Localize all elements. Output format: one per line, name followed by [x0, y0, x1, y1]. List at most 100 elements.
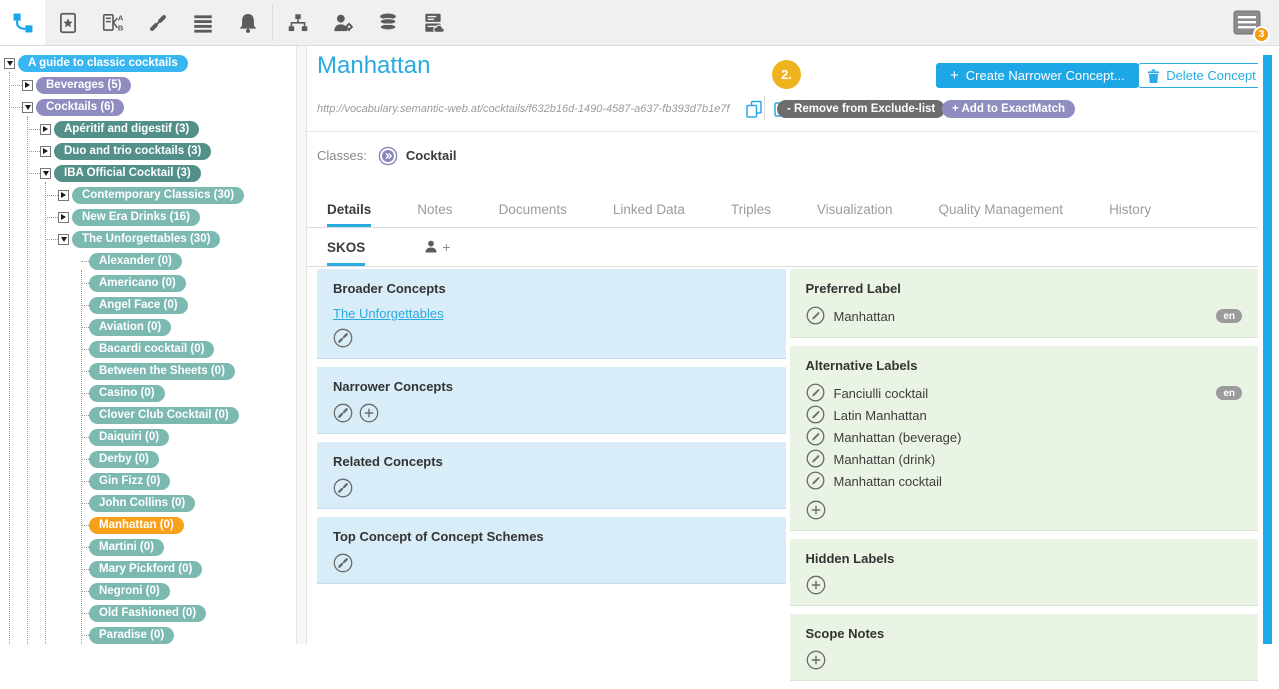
tree-node[interactable]: Angel Face (0) [89, 297, 188, 314]
tree-row: Derby (0) [0, 448, 296, 470]
link-icon[interactable] [135, 0, 180, 45]
collapse-toggle[interactable] [4, 58, 15, 69]
edit-label-icon[interactable] [806, 449, 826, 469]
tree-node[interactable]: Negroni (0) [89, 583, 170, 600]
tree-node[interactable]: A guide to classic cocktails [18, 55, 188, 72]
edit-label-icon[interactable] [806, 383, 826, 403]
edit-label-icon[interactable] [806, 306, 826, 326]
link-concept-icon[interactable] [333, 478, 353, 498]
tree-node[interactable]: Duo and trio cocktails (3) [54, 143, 211, 160]
tree-row: Gin Fizz (0) [0, 470, 296, 492]
add-label-icon[interactable] [806, 575, 826, 595]
tab-quality-management[interactable]: Quality Management [938, 191, 1063, 227]
notes-icon[interactable]: 3 [1229, 8, 1263, 38]
tree-node[interactable]: Daiquiri (0) [89, 429, 169, 446]
edit-label-icon[interactable] [806, 427, 826, 447]
remove-from-exclude-list-button[interactable]: - Remove from Exclude-list [777, 100, 945, 118]
tree-node[interactable]: Gin Fizz (0) [89, 473, 170, 490]
main-scrollbar-track[interactable] [1258, 46, 1279, 644]
broader-concept-link[interactable]: The Unforgettables [333, 306, 444, 321]
create-narrower-concept-button[interactable]: + Create Narrower Concept... [936, 63, 1139, 88]
tree-node[interactable]: Mary Pickford (0) [89, 561, 202, 578]
tree-node[interactable]: New Era Drinks (16) [72, 209, 200, 226]
tree-row: Mary Pickford (0) [0, 558, 296, 580]
add-concept-icon[interactable] [359, 403, 379, 423]
tree-node[interactable]: The Unforgettables (30) [72, 231, 220, 248]
tab-notes[interactable]: Notes [417, 191, 452, 227]
tree-node[interactable]: Contemporary Classics (30) [72, 187, 244, 204]
tree-row: Clover Club Cocktail (0) [0, 404, 296, 426]
sidebar-scrollbar[interactable] [296, 46, 307, 644]
main-scrollbar-thumb[interactable] [1263, 55, 1272, 644]
classification-ab-icon[interactable]: AB [90, 0, 135, 45]
expand-toggle[interactable] [40, 146, 51, 157]
taxonomy-icon[interactable] [0, 0, 45, 45]
link-concept-icon[interactable] [333, 328, 353, 348]
list-icon[interactable] [180, 0, 225, 45]
tree-node[interactable]: Old Fashioned (0) [89, 605, 206, 622]
tree-row: Apéritif and digestif (3) [0, 118, 296, 140]
tree-node[interactable]: Derby (0) [89, 451, 159, 468]
add-label-icon[interactable] [806, 500, 826, 520]
collapse-toggle[interactable] [22, 102, 33, 113]
edit-label-icon[interactable] [806, 471, 826, 491]
collapse-toggle[interactable] [58, 234, 69, 245]
svg-text:A: A [117, 13, 123, 22]
database-icon[interactable] [365, 0, 410, 45]
tree-connector [81, 481, 89, 482]
expand-toggle[interactable] [40, 124, 51, 135]
tree-connector [81, 349, 89, 350]
link-concept-icon[interactable] [333, 553, 353, 573]
tree-node[interactable]: Alexander (0) [89, 253, 182, 270]
tree-row: Aviation (0) [0, 316, 296, 338]
tree-row: Old Fashioned (0) [0, 602, 296, 624]
user-settings-icon[interactable] [320, 0, 365, 45]
tree-node[interactable]: Clover Club Cocktail (0) [89, 407, 239, 424]
link-concept-icon[interactable] [333, 403, 353, 423]
add-to-exactmatch-button[interactable]: + Add to ExactMatch [942, 100, 1075, 118]
edit-label-icon[interactable] [806, 405, 826, 425]
hierarchy-icon[interactable] [275, 0, 320, 45]
tree-connector [81, 283, 89, 284]
tree-row: A guide to classic cocktails [0, 52, 296, 74]
tree-connector [45, 239, 58, 240]
broader-concepts-panel: Broader Concepts The Unforgettables [317, 269, 786, 359]
tree-node[interactable]: Cocktails (6) [36, 99, 124, 116]
tab-history[interactable]: History [1109, 191, 1151, 227]
server-icon[interactable] [410, 0, 455, 45]
collapse-toggle[interactable] [40, 168, 51, 179]
tree-node-selected[interactable]: Manhattan (0) [89, 517, 184, 534]
tree-node[interactable]: Aviation (0) [89, 319, 171, 336]
tab-skos[interactable]: SKOS [327, 230, 365, 266]
add-note-icon[interactable] [806, 650, 826, 670]
tab-documents[interactable]: Documents [499, 191, 567, 227]
expand-toggle[interactable] [58, 190, 69, 201]
copy-uri-icon[interactable] [744, 99, 764, 119]
add-custom-scheme-tab[interactable]: + [423, 239, 450, 255]
tree-connector [81, 591, 89, 592]
tab-triples[interactable]: Triples [731, 191, 771, 227]
tree-node[interactable]: IBA Official Cocktail (3) [54, 165, 201, 182]
tree-node[interactable]: Between the Sheets (0) [89, 363, 235, 380]
tab-details[interactable]: Details [327, 191, 371, 227]
tree-row: Martini (0) [0, 536, 296, 558]
expand-toggle[interactable] [58, 212, 69, 223]
concept-tree: A guide to classic cocktails Beverages (5… [0, 46, 296, 644]
document-star-icon[interactable] [45, 0, 90, 45]
tree-node[interactable]: Americano (0) [89, 275, 186, 292]
tree-node[interactable]: John Collins (0) [89, 495, 195, 512]
tree-node[interactable]: Beverages (5) [36, 77, 131, 94]
classes-row: Classes: Cocktail [307, 132, 1258, 179]
tree-node[interactable]: Martini (0) [89, 539, 164, 556]
bell-icon[interactable] [225, 0, 270, 45]
tab-linked-data[interactable]: Linked Data [613, 191, 685, 227]
tab-visualization[interactable]: Visualization [817, 191, 893, 227]
expand-toggle[interactable] [22, 80, 33, 91]
tree-node[interactable]: Bacardi cocktail (0) [89, 341, 214, 358]
tree-node[interactable]: Paradise (0) [89, 627, 174, 644]
label-item: Manhattanen [806, 305, 1243, 327]
panel-title: Scope Notes [806, 626, 1243, 641]
tree-node[interactable]: Apéritif and digestif (3) [54, 121, 199, 138]
tree-node[interactable]: Casino (0) [89, 385, 165, 402]
delete-concept-button[interactable]: Delete Concept [1138, 63, 1265, 88]
